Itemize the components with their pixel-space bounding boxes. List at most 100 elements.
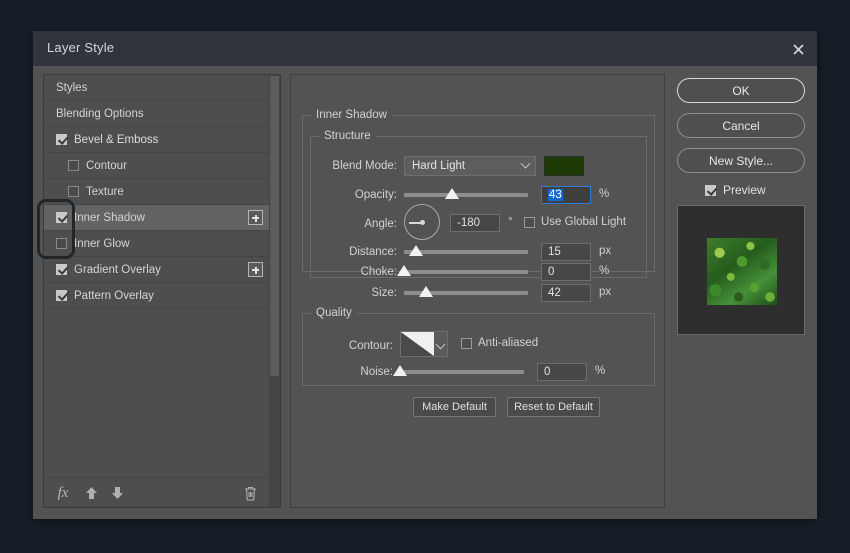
styles-list[interactable]: Styles Blending Options Bevel & Emboss C… xyxy=(44,75,269,507)
noise-unit: % xyxy=(595,365,605,377)
arrow-down-icon[interactable] xyxy=(108,484,126,502)
style-checkbox[interactable] xyxy=(56,212,67,223)
style-checkbox[interactable] xyxy=(56,264,67,275)
noise-input[interactable]: 0 xyxy=(537,363,587,381)
distance-slider-knob[interactable] xyxy=(409,245,423,256)
style-item-inner-shadow[interactable]: Inner Shadow xyxy=(44,205,269,231)
structure-group-title: Structure xyxy=(319,130,376,142)
choke-unit: % xyxy=(599,265,609,277)
contour-curve-thumbnail xyxy=(401,332,434,356)
noise-slider-track[interactable] xyxy=(400,370,524,374)
opacity-slider-track[interactable] xyxy=(404,193,528,197)
angle-dial-hub xyxy=(420,220,425,225)
style-item-texture[interactable]: Texture xyxy=(44,179,269,205)
style-checkbox[interactable] xyxy=(68,186,79,197)
styles-panel: Styles Blending Options Bevel & Emboss C… xyxy=(43,74,281,508)
preview-label: Preview xyxy=(723,183,766,197)
arrow-up-icon[interactable] xyxy=(82,484,100,502)
chevron-down-icon xyxy=(521,159,531,169)
dialog-title: Layer Style xyxy=(47,40,114,55)
style-checkbox[interactable] xyxy=(68,160,79,171)
close-icon[interactable] xyxy=(787,38,809,60)
style-item-label: Blending Options xyxy=(56,108,144,120)
noise-label: Noise: xyxy=(315,366,393,378)
contour-label: Contour: xyxy=(315,340,393,352)
style-item-label: Texture xyxy=(86,186,124,198)
style-item-label: Inner Shadow xyxy=(74,212,145,224)
choke-slider-track[interactable] xyxy=(404,270,528,274)
use-global-light-checkbox[interactable] xyxy=(524,217,535,228)
ok-button[interactable]: OK xyxy=(677,78,805,103)
preview-toggle[interactable]: Preview xyxy=(705,183,766,197)
shadow-color-swatch[interactable] xyxy=(544,156,584,176)
fx-icon[interactable]: fx xyxy=(54,484,72,502)
structure-group: Structure Blend Mode: Hard Light Opacity… xyxy=(310,130,647,278)
opacity-unit: % xyxy=(599,188,609,200)
screen: Layer Style Styles Blending Options Beve… xyxy=(0,0,850,553)
size-value: 42 xyxy=(548,287,561,299)
style-item-blending-options[interactable]: Blending Options xyxy=(44,101,269,127)
styles-scrollbar-thumb[interactable] xyxy=(270,76,279,376)
anti-aliased-checkbox[interactable] xyxy=(461,338,472,349)
distance-unit: px xyxy=(599,245,611,257)
use-global-light-label: Use Global Light xyxy=(541,216,626,228)
styles-toolbar: fx xyxy=(44,477,269,507)
angle-unit: ° xyxy=(508,216,513,228)
contour-preset-picker[interactable] xyxy=(400,331,448,357)
angle-value: -180 xyxy=(457,217,480,229)
opacity-input[interactable]: 43 xyxy=(541,186,591,204)
preview-image xyxy=(707,238,777,305)
cancel-button[interactable]: Cancel xyxy=(677,113,805,138)
dialog-titlebar: Layer Style xyxy=(33,31,817,66)
size-slider-knob[interactable] xyxy=(419,286,433,297)
style-item-contour[interactable]: Contour xyxy=(44,153,269,179)
chevron-down-icon xyxy=(434,332,447,356)
blend-mode-label: Blend Mode: xyxy=(319,160,397,172)
style-item-inner-glow[interactable]: Inner Glow xyxy=(44,231,269,257)
trash-icon[interactable] xyxy=(241,484,259,502)
angle-input[interactable]: -180 xyxy=(450,214,500,232)
angle-label: Angle: xyxy=(319,218,397,230)
anti-aliased-label: Anti-aliased xyxy=(478,337,538,349)
style-item-label: Contour xyxy=(86,160,127,172)
style-item-styles[interactable]: Styles xyxy=(44,75,269,101)
quality-group-title: Quality xyxy=(311,307,357,319)
style-item-label: Inner Glow xyxy=(74,238,130,250)
distance-input[interactable]: 15 xyxy=(541,243,591,261)
noise-slider-knob[interactable] xyxy=(393,365,407,376)
style-item-bevel-emboss[interactable]: Bevel & Emboss xyxy=(44,127,269,153)
new-style-button[interactable]: New Style... xyxy=(677,148,805,173)
angle-dial[interactable] xyxy=(404,204,440,240)
style-item-label: Bevel & Emboss xyxy=(74,134,158,146)
style-item-gradient-overlay[interactable]: Gradient Overlay xyxy=(44,257,269,283)
style-item-pattern-overlay[interactable]: Pattern Overlay xyxy=(44,283,269,309)
inner-shadow-group-title: Inner Shadow xyxy=(311,109,392,121)
size-unit: px xyxy=(599,286,611,298)
preview-checkbox[interactable] xyxy=(705,185,716,196)
choke-input[interactable]: 0 xyxy=(541,263,591,281)
noise-value: 0 xyxy=(544,366,550,378)
add-effect-icon[interactable] xyxy=(248,262,263,277)
style-item-label: Styles xyxy=(56,82,87,94)
preview-thumbnail-box xyxy=(677,205,805,335)
opacity-label: Opacity: xyxy=(319,189,397,201)
choke-value: 0 xyxy=(548,266,554,278)
style-checkbox[interactable] xyxy=(56,134,67,145)
make-default-button[interactable]: Make Default xyxy=(413,397,496,417)
options-panel: Inner Shadow Structure Blend Mode: Hard … xyxy=(290,74,665,508)
reset-to-default-button[interactable]: Reset to Default xyxy=(507,397,600,417)
distance-value: 15 xyxy=(548,246,561,258)
blend-mode-value: Hard Light xyxy=(412,160,465,172)
size-input[interactable]: 42 xyxy=(541,284,591,302)
blend-mode-select[interactable]: Hard Light xyxy=(404,156,536,176)
size-label: Size: xyxy=(319,287,397,299)
style-checkbox[interactable] xyxy=(56,238,67,249)
opacity-slider-knob[interactable] xyxy=(445,188,459,199)
choke-slider-knob[interactable] xyxy=(397,265,411,276)
inner-shadow-group: Inner Shadow Structure Blend Mode: Hard … xyxy=(302,109,655,272)
style-checkbox[interactable] xyxy=(56,290,67,301)
styles-scrollbar[interactable] xyxy=(269,75,280,507)
styles-list-empty-area xyxy=(44,309,269,469)
style-item-label: Gradient Overlay xyxy=(74,264,161,276)
add-effect-icon[interactable] xyxy=(248,210,263,225)
